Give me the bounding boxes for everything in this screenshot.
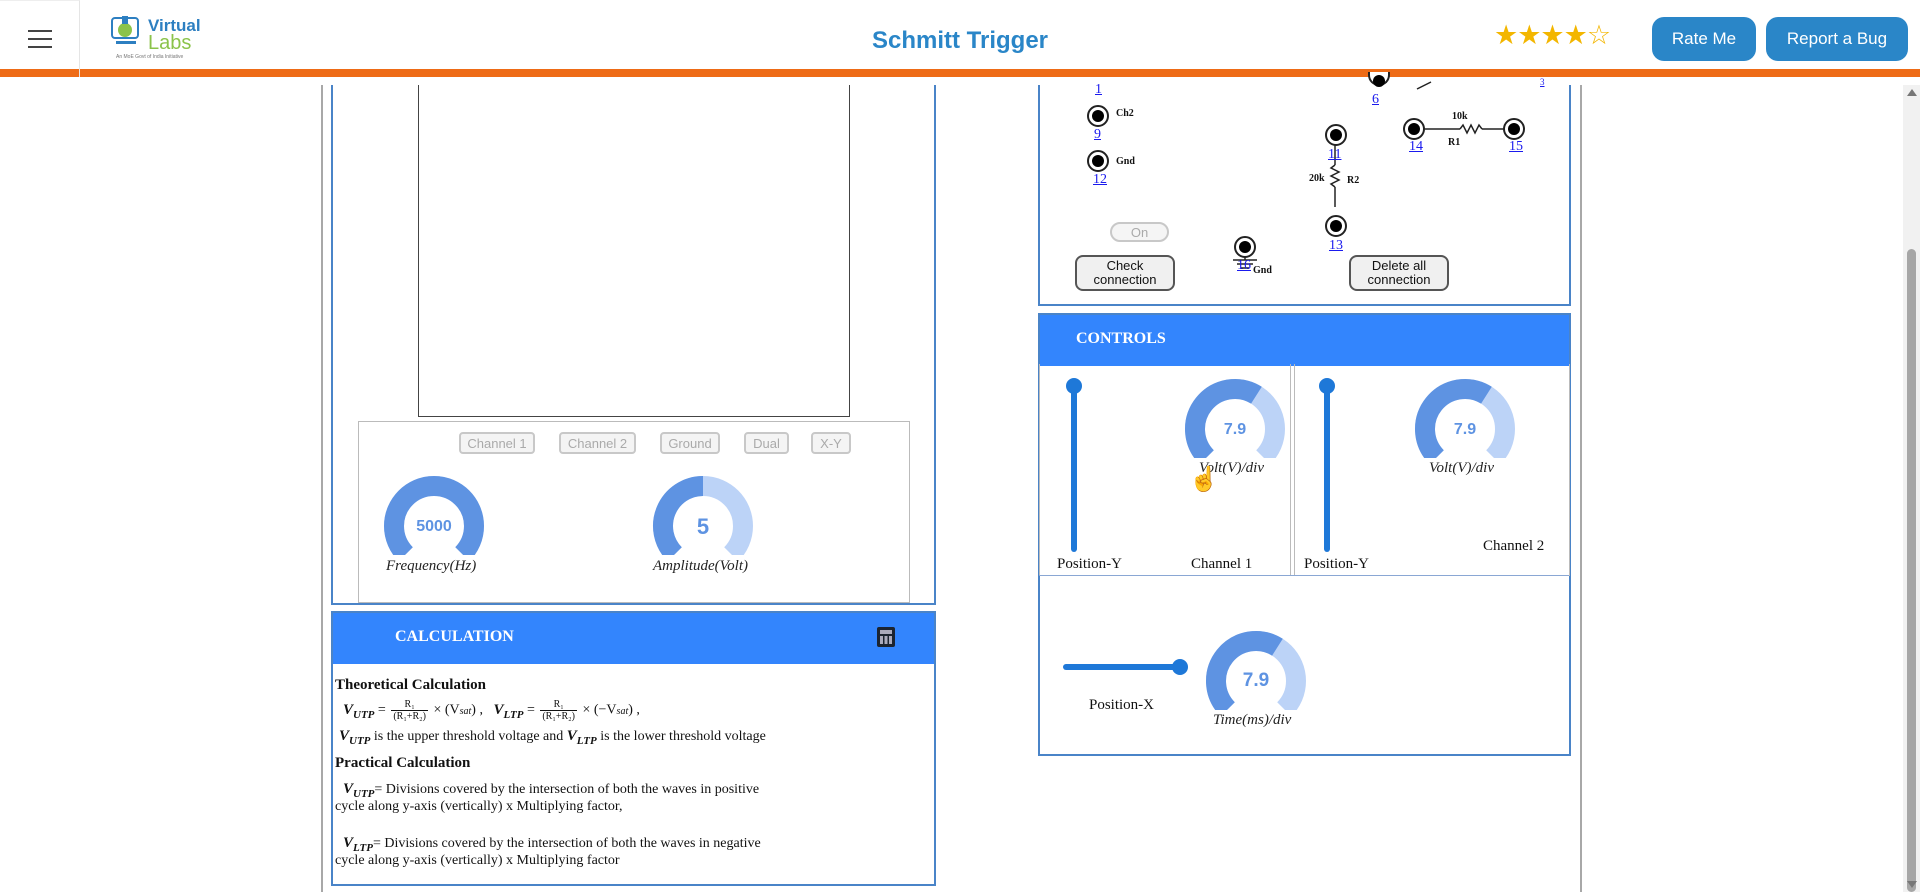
terminal-12[interactable] (1087, 150, 1109, 172)
terminal-label-12[interactable]: 12 (1093, 172, 1107, 188)
threshold-formula: VUTP = R₁ (R₁+R₂) × (Vsat) , VLTP = R₁ (R₁… (343, 699, 640, 722)
channel-1-volt-div-value: 7.9 (1223, 421, 1247, 438)
channel-2-volt-div-value: 7.9 (1453, 421, 1477, 438)
time-div-label: Time(ms)/div (1213, 712, 1292, 728)
scroll-down-arrow-icon[interactable] (1907, 881, 1917, 888)
page-scrollbar[interactable] (1903, 85, 1920, 892)
rating-stars[interactable]: ★★★★☆ (1494, 20, 1611, 51)
page-title: Schmitt Trigger (871, 27, 1049, 54)
gnd-label-2: Gnd (1253, 265, 1272, 276)
channel-2-label: Channel 2 (1483, 538, 1545, 554)
terminal-15[interactable] (1503, 118, 1525, 140)
theoretical-heading: Theoretical Calculation (335, 677, 486, 693)
channel-2-volt-div-gauge[interactable]: 7.9 (1413, 378, 1517, 458)
frequency-value: 5000 (416, 518, 452, 535)
time-div-gauge[interactable]: 7.9 (1203, 630, 1309, 710)
rate-me-button[interactable]: Rate Me (1652, 17, 1756, 61)
check-connection-button[interactable]: Check connection (1075, 255, 1175, 291)
hamburger-menu-button[interactable] (0, 0, 80, 77)
menu-bar-icon (27, 38, 52, 40)
threshold-description: VUTP is the upper threshold voltage and … (339, 728, 766, 747)
channel-1-label: Channel 1 (1191, 556, 1253, 572)
position-x-slider[interactable] (1063, 659, 1188, 675)
amplitude-value: 5 (696, 514, 710, 539)
terminal-label-1[interactable]: 1 (1095, 82, 1102, 98)
terminal-11[interactable] (1325, 124, 1347, 146)
r1-value-label: 10k (1452, 111, 1468, 122)
logo-tagline: An MoE Govt of India Initiative (116, 54, 184, 60)
utp-practical-line-2: cycle along y-axis (vertically) x Multip… (335, 799, 623, 814)
terminal-label-14[interactable]: 14 (1409, 139, 1423, 155)
terminal-9[interactable] (1087, 105, 1109, 127)
menu-bar-icon (27, 30, 52, 32)
ch2-label: Ch2 (1116, 108, 1134, 119)
menu-bar-icon (27, 46, 52, 48)
channel-1-volt-div-gauge[interactable]: 7.9 (1183, 378, 1287, 458)
terminal-label-6[interactable]: 6 (1372, 92, 1379, 108)
calculation-header: CALCULATION (333, 613, 934, 664)
logo-word-labs: Labs (148, 32, 192, 54)
position-x-label: Position-X (1089, 697, 1155, 713)
terminal-label-13[interactable]: 13 (1329, 238, 1343, 254)
amplitude-gauge[interactable]: 5 (650, 475, 756, 555)
channel-2-position-y-slider[interactable] (1319, 378, 1335, 552)
terminal-14[interactable] (1403, 118, 1425, 140)
scroll-up-arrow-icon[interactable] (1907, 89, 1917, 96)
frequency-label: Frequency(Hz) (386, 558, 477, 574)
power-on-button[interactable]: On (1110, 222, 1169, 242)
virtual-labs-logo[interactable]: Virtual Labs An MoE Govt of India Initia… (110, 12, 201, 62)
calculator-icon[interactable] (877, 627, 895, 647)
amplitude-label: Amplitude(Volt) (653, 558, 748, 574)
r1-label: R1 (1448, 137, 1461, 148)
top-navbar: Virtual Labs An MoE Govt of India Initia… (0, 0, 1920, 77)
delete-all-connection-button[interactable]: Delete all connection (1349, 255, 1449, 291)
terminal-label-16[interactable]: 16 (1237, 258, 1251, 274)
ground-button[interactable]: Ground (660, 432, 720, 454)
ltp-practical-line-2: cycle along y-axis (vertically) x Multip… (335, 853, 620, 868)
utp-practical-line: VUTP= Divisions covered by the intersect… (343, 781, 760, 800)
terminal-label-11[interactable]: 11 (1328, 147, 1341, 163)
xy-button[interactable]: X-Y (811, 432, 851, 454)
flask-logo-icon (111, 16, 139, 44)
terminal-label-15[interactable]: 15 (1509, 139, 1523, 155)
controls-header: CONTROLS (1040, 315, 1569, 366)
terminal-16[interactable] (1234, 236, 1256, 258)
channel-2-volt-div-label: Volt(V)/div (1429, 460, 1494, 476)
terminal-label-3[interactable]: 3 (1540, 77, 1545, 87)
time-div-value: 7.9 (1242, 670, 1270, 691)
practical-heading: Practical Calculation (335, 755, 471, 771)
r2-value-label: 20k (1309, 173, 1325, 184)
channel-2-position-y-label: Position-Y (1304, 556, 1370, 572)
channel-1-position-y-slider[interactable] (1066, 378, 1082, 552)
terminal-label-9[interactable]: 9 (1094, 127, 1101, 143)
controls-title: CONTROLS (1076, 330, 1166, 347)
r2-label: R2 (1347, 175, 1360, 186)
frequency-gauge[interactable]: 5000 (381, 475, 487, 555)
channel-1-button[interactable]: Channel 1 (459, 432, 535, 454)
calculation-panel: CALCULATION Theoretical Calculation VUTP… (331, 611, 936, 886)
calculation-title: CALCULATION (395, 628, 514, 645)
oscilloscope-screen (418, 85, 850, 417)
dual-button[interactable]: Dual (744, 432, 789, 454)
terminal-13[interactable] (1325, 215, 1347, 237)
channel-1-volt-div-label: Volt(V)/div (1199, 460, 1264, 476)
empty-star-icon: ☆ (1586, 20, 1611, 50)
scrollbar-thumb[interactable] (1907, 249, 1916, 892)
channel-2-button[interactable]: Channel 2 (559, 432, 636, 454)
gnd-label: Gnd (1116, 156, 1135, 167)
channel-1-position-y-label: Position-Y (1057, 556, 1123, 572)
report-bug-button[interactable]: Report a Bug (1766, 17, 1908, 61)
ltp-practical-line: VLTP= Divisions covered by the intersect… (343, 835, 761, 854)
filled-star-icon: ★★★★ (1494, 20, 1588, 50)
